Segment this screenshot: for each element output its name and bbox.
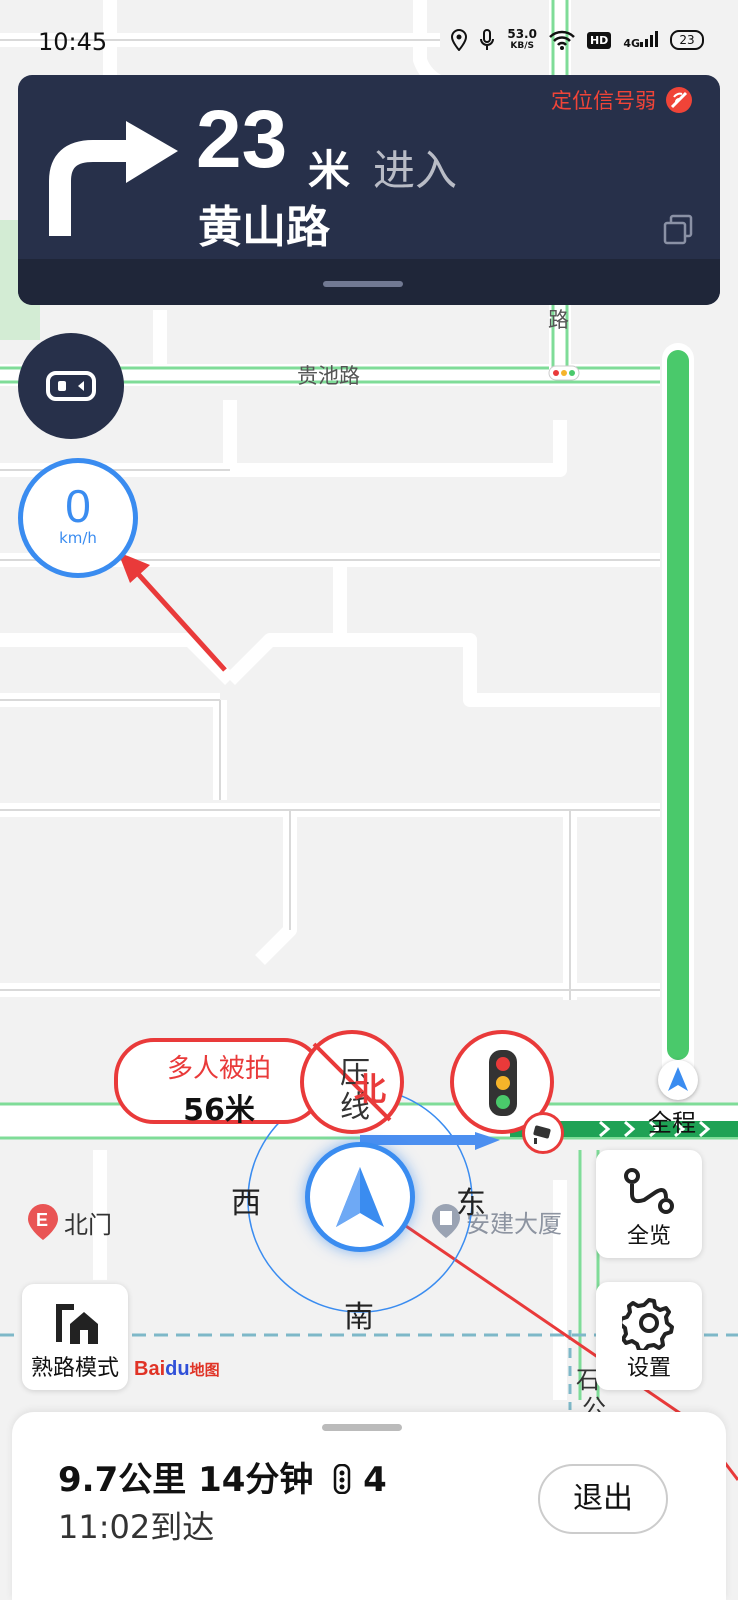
gps-weak-warning: 定位信号弱 [551, 85, 694, 115]
navigation-arrow-icon [668, 1067, 688, 1091]
current-position-marker [658, 1060, 698, 1100]
camera-alert-distance: 56米 [183, 1093, 255, 1128]
maneuver-distance-unit: 米 [308, 146, 351, 195]
view-mode-button[interactable] [18, 333, 124, 439]
microphone-icon [480, 29, 495, 50]
gear-icon [622, 1298, 674, 1350]
traffic-light-icon [489, 1050, 517, 1116]
compass-east: 东 [456, 1186, 486, 1221]
svg-text:E: E [36, 1210, 48, 1230]
cellular-type: 4G [623, 36, 640, 50]
dashboard-icon [46, 371, 96, 401]
road-label: 路 [548, 308, 569, 332]
brand-du: du [165, 1358, 190, 1380]
compass-south: 南 [344, 1300, 374, 1335]
speed-unit: km/h [59, 529, 97, 547]
network-speed: 53.0 KB/S [507, 28, 537, 52]
status-icons: 53.0 KB/S HD 4G 23 [451, 28, 704, 52]
guidance-panel[interactable]: 23 米 进入 黄山路 定位信号弱 [18, 75, 720, 305]
compass-north: 北 [354, 1070, 387, 1108]
camera-alert-bubble[interactable]: 多人被拍 56米 [114, 1038, 324, 1128]
familiar-mode-label: 熟路模式 [30, 1356, 119, 1381]
network-speed-value: 53.0 [507, 27, 537, 41]
annotation-arrow [118, 552, 227, 672]
exit-button[interactable]: 退出 [538, 1464, 668, 1534]
drag-handle[interactable] [323, 281, 403, 287]
house-icon [56, 1304, 98, 1344]
traffic-light-count: 4 [363, 1460, 387, 1500]
trip-eta: 11:02到达 [58, 1508, 215, 1546]
overview-button[interactable]: 全览 [596, 1150, 702, 1258]
settings-label: 设置 [626, 1356, 671, 1381]
vehicle-position [305, 1142, 415, 1252]
route-overview-icon [624, 1168, 674, 1214]
hd-icon: HD [586, 31, 612, 49]
familiar-mode-button[interactable]: 熟路模式 [22, 1284, 128, 1390]
gps-weak-text: 定位信号弱 [551, 89, 656, 113]
poi-beimen[interactable]: E 北门 [26, 1202, 112, 1242]
maneuver-distance: 23 [196, 94, 288, 185]
baidu-map-logo: Baidu地图 [134, 1358, 220, 1381]
status-bar: 10:45 53.0 KB/S HD 4G 23 [0, 0, 738, 80]
next-road-name: 黄山路 [198, 202, 330, 253]
copy-icon[interactable] [662, 213, 694, 245]
location-icon [451, 29, 468, 51]
settings-button[interactable]: 设置 [596, 1282, 702, 1390]
brand-bai: Bai [134, 1358, 166, 1380]
current-speed: 0 [65, 480, 91, 532]
trip-summary-panel[interactable]: 9.7公里 14分钟 4 11:02到达 退出 [12, 1412, 726, 1600]
battery-icon: 23 [670, 30, 704, 50]
overview-label: 全览 [626, 1224, 671, 1249]
speed-camera-badge[interactable] [522, 1112, 564, 1154]
network-speed-unit: KB/S [510, 41, 534, 51]
maneuver-action: 进入 [373, 146, 458, 195]
trip-summary: 9.7公里 14分钟 4 [58, 1452, 387, 1501]
compass-west: 西 [231, 1186, 261, 1221]
road-label-guichi: 贵池路 [297, 364, 360, 388]
weak-signal-icon [666, 87, 692, 113]
trip-distance-time: 9.7公里 14分钟 [58, 1460, 314, 1500]
navigation-arrow-icon [336, 1167, 384, 1227]
lane-warning-bubble[interactable]: 压 线 北 [300, 1030, 404, 1134]
wifi-icon [549, 30, 575, 50]
traffic-light-icon [333, 1463, 351, 1495]
camera-alert-text: 多人被拍 [166, 1054, 271, 1084]
route-progress-fill [667, 350, 689, 1060]
status-time: 10:45 [38, 28, 108, 56]
brand-map: 地图 [189, 1362, 220, 1379]
camera-icon [533, 1125, 551, 1144]
turn-right-arrow-icon [49, 121, 178, 236]
speedometer: 0 km/h [18, 458, 138, 578]
panel-drag-handle[interactable] [322, 1424, 402, 1431]
full-route-label[interactable]: 全程 [648, 1103, 696, 1138]
shopping-poi-icon: E [28, 1204, 58, 1240]
poi-beimen-label: 北门 [64, 1210, 112, 1239]
cellular-signal-icon: 4G [623, 30, 658, 50]
